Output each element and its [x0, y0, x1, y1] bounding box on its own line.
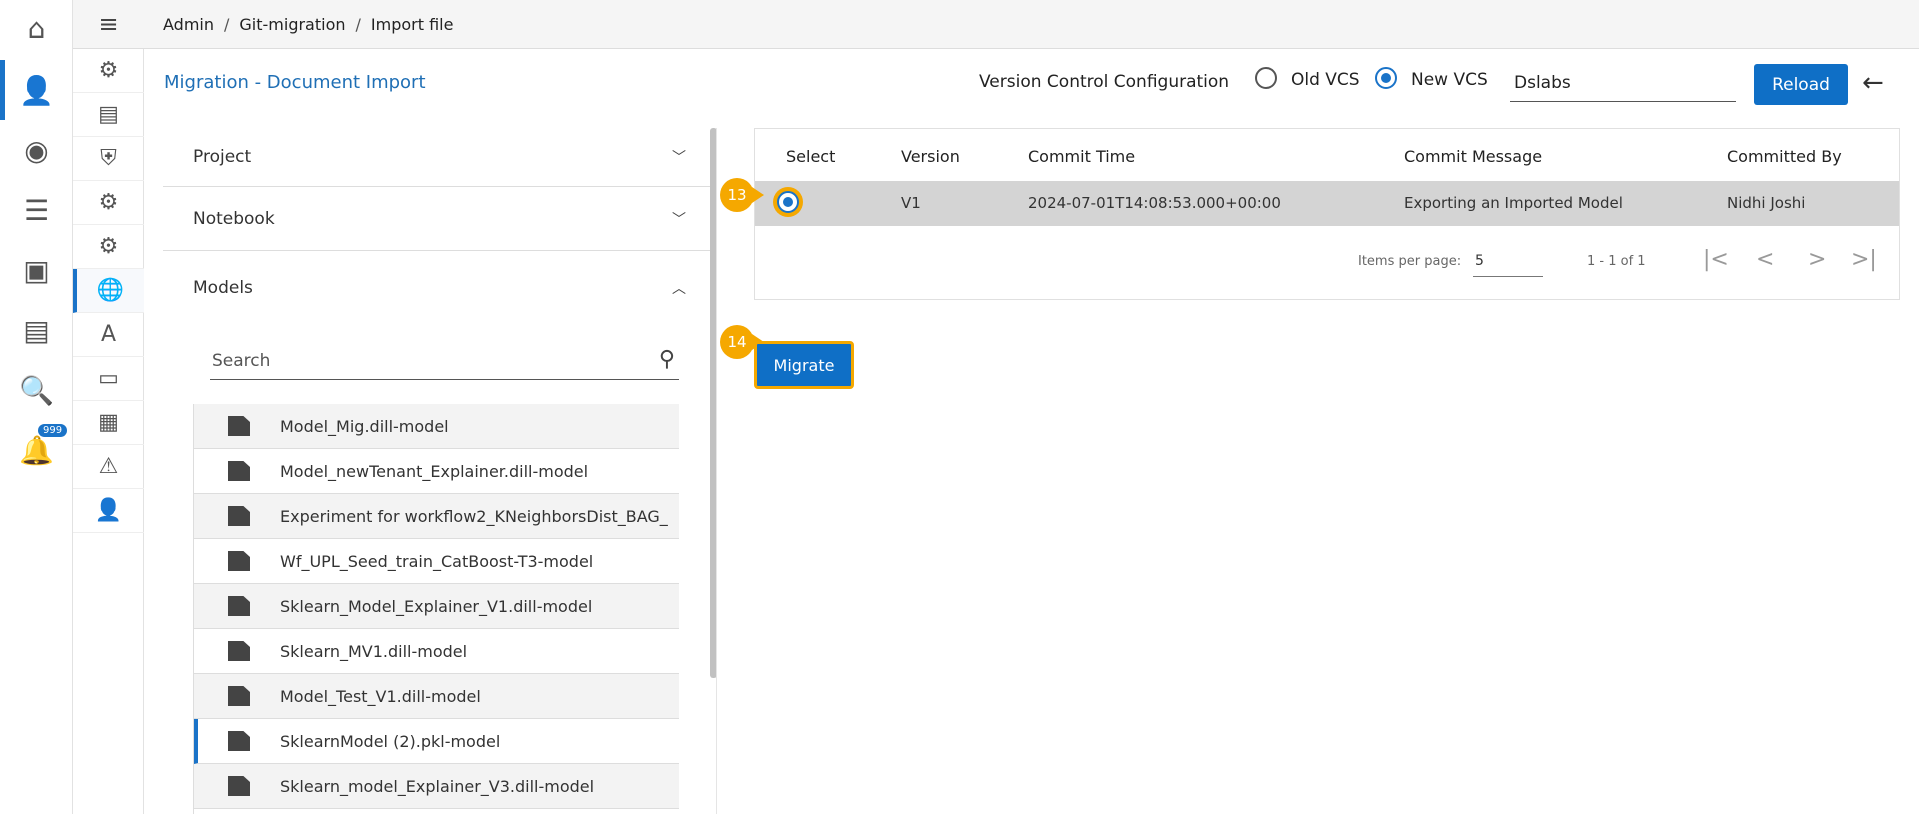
accordion-project[interactable]: Project ﹀	[163, 128, 710, 187]
new-vcs-radio[interactable]	[1375, 67, 1397, 89]
file-icon	[228, 596, 250, 616]
list-item[interactable]: Sklearn_model_Explainer_V3.dill-model	[194, 764, 679, 809]
accordion-project-label: Project	[193, 147, 252, 167]
user-settings-icon[interactable]: 👤	[0, 60, 73, 120]
list-item-label: Sklearn_MV1.dill-model	[280, 641, 468, 661]
globe-cloud-sync-icon[interactable]: 🌐	[73, 269, 144, 313]
repository-input[interactable]	[1510, 64, 1736, 102]
items-per-page-select[interactable]: 5	[1473, 247, 1543, 277]
file-icon	[228, 551, 250, 571]
search-input[interactable]	[210, 343, 630, 379]
sub-rail: ⚙ ▤ ⛨ ⚙ ⚙ 🌐 A ▭ ▦ ⚠ 👤	[73, 49, 144, 814]
gears-icon[interactable]: ⚙	[73, 181, 144, 225]
step-badge-13: 13	[720, 178, 764, 212]
next-page-icon[interactable]: >	[1808, 247, 1826, 272]
database-network-icon[interactable]: ☰	[0, 185, 73, 235]
chevron-down-icon: ﹀	[672, 150, 686, 166]
file-icon	[228, 641, 250, 661]
list-item[interactable]: Model_Mig.dill-model	[194, 404, 679, 449]
back-arrow-icon[interactable]: ←	[1862, 68, 1884, 98]
new-vcs-label: New VCS	[1411, 70, 1488, 90]
list-item[interactable]: Sklearn_MV1.dill-model	[194, 629, 679, 674]
notification-badge: 999	[38, 424, 68, 437]
presentation-user-icon[interactable]: ▣	[0, 245, 73, 295]
row-select-radio[interactable]	[777, 191, 799, 213]
old-vcs-radio[interactable]	[1255, 67, 1277, 89]
file-icon	[228, 461, 250, 481]
chevron-up-icon: ︿	[672, 280, 686, 297]
header-select: Select	[786, 147, 836, 166]
search-icon[interactable]: ⚲	[659, 347, 675, 372]
header-commit-message: Commit Message	[1404, 147, 1543, 166]
breadcrumb-admin[interactable]: Admin	[163, 15, 214, 34]
cell-commit-message: Exporting an Imported Model	[1404, 194, 1623, 212]
home-icon[interactable]: ⌂	[0, 3, 73, 53]
table-row[interactable]: V1 2024-07-01T14:08:53.000+00:00 Exporti…	[755, 181, 1899, 226]
reload-button[interactable]: Reload	[1754, 64, 1848, 105]
vcs-label: Version Control Configuration	[979, 72, 1230, 92]
page-title: Migration - Document Import	[164, 72, 426, 93]
breadcrumb-import-file: Import file	[370, 14, 454, 34]
first-page-icon[interactable]: |<	[1703, 247, 1729, 272]
page-range: 1 - 1 of 1	[1587, 254, 1646, 269]
list-item-label: Experiment for workflow2_KNeighborsDist_…	[280, 506, 668, 526]
divider	[716, 128, 717, 814]
list-item[interactable]: Sklearn_Model_Explainer_V1.dill-model	[194, 584, 679, 629]
last-page-icon[interactable]: >|	[1851, 247, 1877, 272]
list-item[interactable]: Model_Test_V1.dill-model	[194, 674, 679, 719]
cell-committed-by: Nidhi Joshi	[1727, 194, 1806, 212]
award-user-icon[interactable]: ⚙	[73, 49, 144, 93]
chevron-down-icon: ﹀	[672, 211, 686, 228]
list-item-label: Sklearn_Model_Explainer_V1.dill-model	[280, 596, 593, 616]
file-icon	[228, 731, 250, 751]
file-gear-icon[interactable]: ⚙	[73, 225, 144, 269]
list-item-label: Sklearn_model_Explainer_V3.dill-model	[280, 776, 595, 796]
server-warning-icon[interactable]: ⚠	[73, 445, 144, 489]
items-per-page-label: Items per page:	[1358, 254, 1462, 269]
calendar-search-icon[interactable]: ▦	[73, 401, 144, 445]
data-search-icon[interactable]: 🔍	[0, 365, 73, 415]
file-icon	[228, 776, 250, 796]
cell-commit-time: 2024-07-01T14:08:53.000+00:00	[1028, 194, 1281, 212]
main-rail: ⌂ 👤 ◉ ☰ ▣ ▤ 🔍 🔔 999	[0, 0, 73, 814]
prev-page-icon[interactable]: <	[1756, 247, 1774, 272]
user-info-icon[interactable]: ◉	[0, 125, 73, 175]
menu-toggle-icon[interactable]: ≡	[73, 0, 144, 49]
breadcrumb: Admin / Git-migration / Import file	[144, 0, 1919, 49]
file-icon	[228, 416, 250, 436]
data-catalog-icon[interactable]: ▤	[0, 305, 73, 355]
cell-version: V1	[901, 194, 921, 212]
accordion-notebook[interactable]: Notebook ﹀	[163, 187, 710, 251]
step-badge-14: 14	[720, 325, 764, 359]
versions-table: Select Version Commit Time Commit Messag…	[754, 128, 1900, 300]
billing-icon[interactable]: ▤	[73, 93, 144, 137]
list-item-label: Wf_UPL_Seed_train_CatBoost-T3-model	[280, 551, 594, 571]
old-vcs-label: Old VCS	[1291, 70, 1360, 90]
accordion-models-label: Models	[193, 277, 253, 298]
header-version: Version	[901, 147, 960, 166]
accordion-notebook-label: Notebook	[193, 208, 275, 229]
list-item-label: Model_Test_V1.dill-model	[280, 686, 481, 706]
model-search: ⚲	[210, 343, 679, 380]
translate-icon[interactable]: A	[73, 313, 144, 357]
list-item-label: SklearnModel (2).pkl-model	[280, 731, 501, 751]
list-item-label: Model_newTenant_Explainer.dill-model	[280, 461, 589, 481]
file-icon	[228, 506, 250, 526]
model-list: Model_Mig.dill-model Model_newTenant_Exp…	[193, 404, 679, 814]
certificate-icon[interactable]: ▭	[73, 357, 144, 401]
list-item-selected[interactable]: SklearnModel (2).pkl-model	[194, 719, 679, 764]
accordion-models[interactable]: Models ︿	[163, 251, 710, 324]
breadcrumb-git-migration[interactable]: Git-migration	[239, 15, 345, 34]
header-commit-time: Commit Time	[1028, 147, 1136, 166]
list-item[interactable]: Wf_UPL_Seed_train_CatBoost-T3-model	[194, 539, 679, 584]
list-item-label: Model_Mig.dill-model	[280, 416, 449, 436]
list-item[interactable]: Model_newTenant_Explainer.dill-model	[194, 449, 679, 494]
migrate-button[interactable]: Migrate	[754, 341, 854, 389]
list-item[interactable]: Experiment for workflow2_KNeighborsDist_…	[194, 494, 679, 539]
user-clock-icon[interactable]: 👤	[73, 489, 144, 533]
header-committed-by: Committed By	[1727, 147, 1842, 166]
shield-lock-icon[interactable]: ⛨	[73, 137, 144, 181]
file-icon	[228, 686, 250, 706]
